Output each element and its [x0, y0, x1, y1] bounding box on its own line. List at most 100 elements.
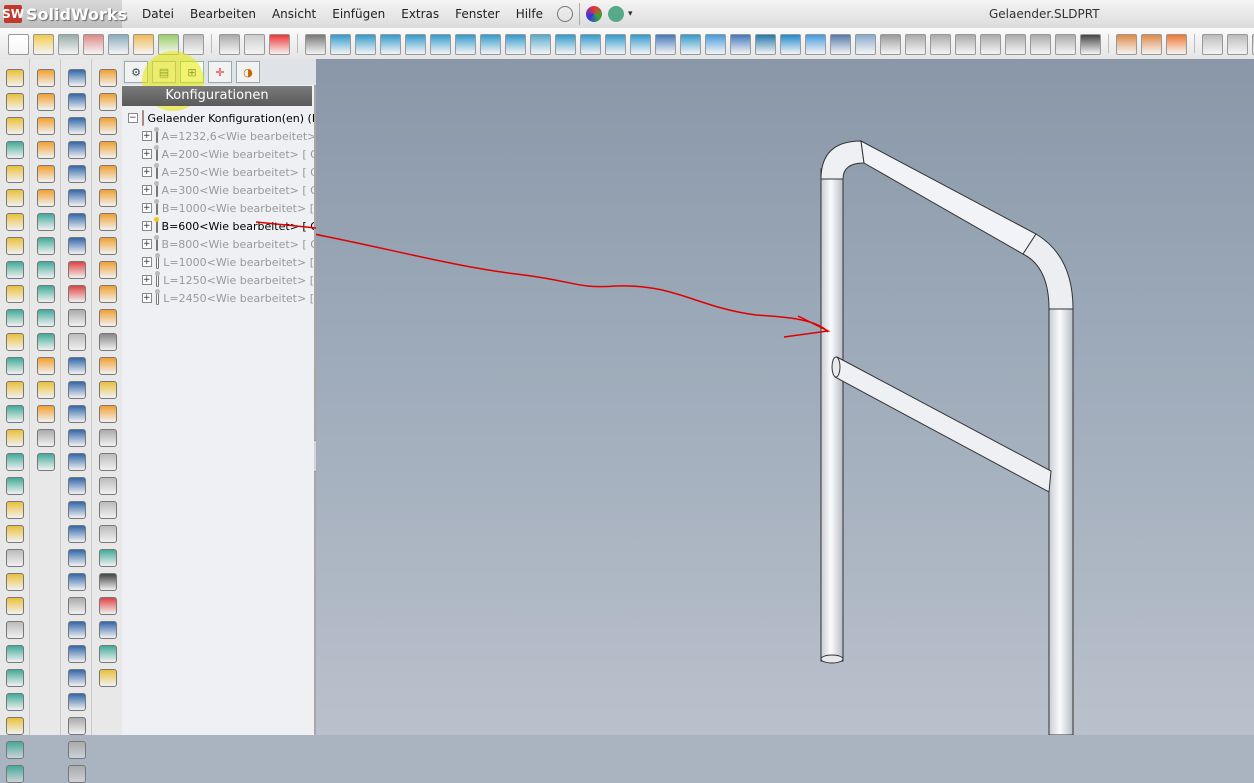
command-icon[interactable] [6, 669, 24, 687]
toolbar-button-icon[interactable] [430, 34, 451, 55]
tree-config-item[interactable]: + L=1250<Wie bearbeitet> [ [128, 271, 314, 289]
command-icon[interactable] [37, 189, 55, 207]
command-icon[interactable] [68, 309, 86, 327]
command-icon[interactable] [99, 645, 117, 663]
command-icon[interactable] [37, 357, 55, 375]
toolbar-button-icon[interactable] [755, 34, 776, 55]
toolbar-button-icon[interactable] [405, 34, 426, 55]
toolbar-button-icon[interactable] [269, 34, 290, 55]
dimxpert-tab[interactable]: ✛ [208, 61, 232, 83]
toolbar-button-icon[interactable] [133, 34, 154, 55]
tree-config-item[interactable]: + A=200<Wie bearbeitet> [ G [128, 145, 314, 163]
command-icon[interactable] [37, 93, 55, 111]
expand-icon[interactable]: + [142, 239, 152, 249]
command-icon[interactable] [99, 333, 117, 351]
command-icon[interactable] [37, 285, 55, 303]
command-icon[interactable] [99, 69, 117, 87]
toolbar-button-icon[interactable] [555, 34, 576, 55]
toolbar-button-icon[interactable] [1116, 34, 1137, 55]
expand-icon[interactable]: + [142, 293, 152, 303]
command-icon[interactable] [99, 237, 117, 255]
command-icon[interactable] [68, 693, 86, 711]
toolbar-button-icon[interactable] [355, 34, 376, 55]
toolbar-button-icon[interactable] [58, 34, 79, 55]
command-icon[interactable] [6, 213, 24, 231]
toolbar-button-icon[interactable] [183, 34, 204, 55]
toolbar-button-icon[interactable] [880, 34, 901, 55]
expand-icon[interactable]: + [142, 149, 152, 159]
command-icon[interactable] [6, 237, 24, 255]
command-icon[interactable] [68, 453, 86, 471]
toolbar-button-icon[interactable] [630, 34, 651, 55]
appearance-tab[interactable]: ◑ [236, 61, 260, 83]
menu-datei[interactable]: Datei [134, 7, 182, 21]
toolbar-button-icon[interactable] [930, 34, 951, 55]
command-icon[interactable] [6, 429, 24, 447]
toolbar-button-icon[interactable] [1080, 34, 1101, 55]
feature-manager-tab[interactable]: ⚙ [124, 61, 148, 83]
command-icon[interactable] [68, 117, 86, 135]
menu-extras[interactable]: Extras [393, 7, 447, 21]
menu-ansicht[interactable]: Ansicht [264, 7, 324, 21]
command-icon[interactable] [37, 261, 55, 279]
toolbar-button-icon[interactable] [505, 34, 526, 55]
toolbar-button-icon[interactable] [1030, 34, 1051, 55]
menu-bearbeiten[interactable]: Bearbeiten [182, 7, 264, 21]
command-icon[interactable] [68, 429, 86, 447]
property-manager-tab[interactable]: ▤ [152, 61, 176, 83]
command-icon[interactable] [6, 141, 24, 159]
command-icon[interactable] [99, 117, 117, 135]
expand-icon[interactable]: + [142, 131, 152, 141]
command-icon[interactable] [6, 189, 24, 207]
command-icon[interactable] [99, 429, 117, 447]
command-icon[interactable] [6, 405, 24, 423]
command-icon[interactable] [99, 261, 117, 279]
toolbar-button-icon[interactable] [244, 34, 265, 55]
command-icon[interactable] [6, 693, 24, 711]
command-icon[interactable] [6, 621, 24, 639]
expand-icon[interactable]: + [142, 167, 152, 177]
command-icon[interactable] [68, 669, 86, 687]
command-icon[interactable] [6, 333, 24, 351]
command-icon[interactable] [68, 597, 86, 615]
toolbar-button-icon[interactable] [1005, 34, 1026, 55]
toolbar-button-icon[interactable] [580, 34, 601, 55]
render-tools-icon[interactable] [608, 6, 624, 22]
command-icon[interactable] [99, 189, 117, 207]
command-icon[interactable] [6, 285, 24, 303]
command-icon[interactable] [68, 237, 86, 255]
toolbar-button-icon[interactable] [530, 34, 551, 55]
toolbar-button-icon[interactable] [655, 34, 676, 55]
command-icon[interactable] [6, 453, 24, 471]
toolbar-button-icon[interactable] [1055, 34, 1076, 55]
command-icon[interactable] [68, 621, 86, 639]
toolbar-button-icon[interactable] [730, 34, 751, 55]
command-icon[interactable] [6, 765, 24, 783]
configuration-manager-tab[interactable]: ⊞ [180, 61, 204, 83]
command-icon[interactable] [6, 597, 24, 615]
tree-root[interactable]: − Gelaender Konfiguration(en) (B [128, 109, 314, 127]
toolbar-button-icon[interactable] [830, 34, 851, 55]
command-icon[interactable] [6, 165, 24, 183]
command-icon[interactable] [99, 549, 117, 567]
tree-config-item[interactable]: + L=1000<Wie bearbeitet> [ [128, 253, 314, 271]
expand-icon[interactable]: + [142, 185, 152, 195]
expand-icon[interactable]: + [142, 221, 152, 231]
command-icon[interactable] [6, 117, 24, 135]
toolbar-button-icon[interactable] [705, 34, 726, 55]
command-icon[interactable] [6, 69, 24, 87]
command-icon[interactable] [68, 381, 86, 399]
collapse-icon[interactable]: − [128, 113, 138, 123]
toolbar-button-icon[interactable] [480, 34, 501, 55]
command-icon[interactable] [99, 165, 117, 183]
command-icon[interactable] [99, 501, 117, 519]
pin-icon[interactable] [557, 6, 573, 22]
toolbar-button-icon[interactable] [780, 34, 801, 55]
command-icon[interactable] [68, 765, 86, 783]
tree-config-item[interactable]: + A=300<Wie bearbeitet> [ G [128, 181, 314, 199]
toolbar-button-icon[interactable] [33, 34, 54, 55]
command-icon[interactable] [68, 717, 86, 735]
command-icon[interactable] [6, 525, 24, 543]
command-icon[interactable] [6, 645, 24, 663]
command-icon[interactable] [37, 165, 55, 183]
